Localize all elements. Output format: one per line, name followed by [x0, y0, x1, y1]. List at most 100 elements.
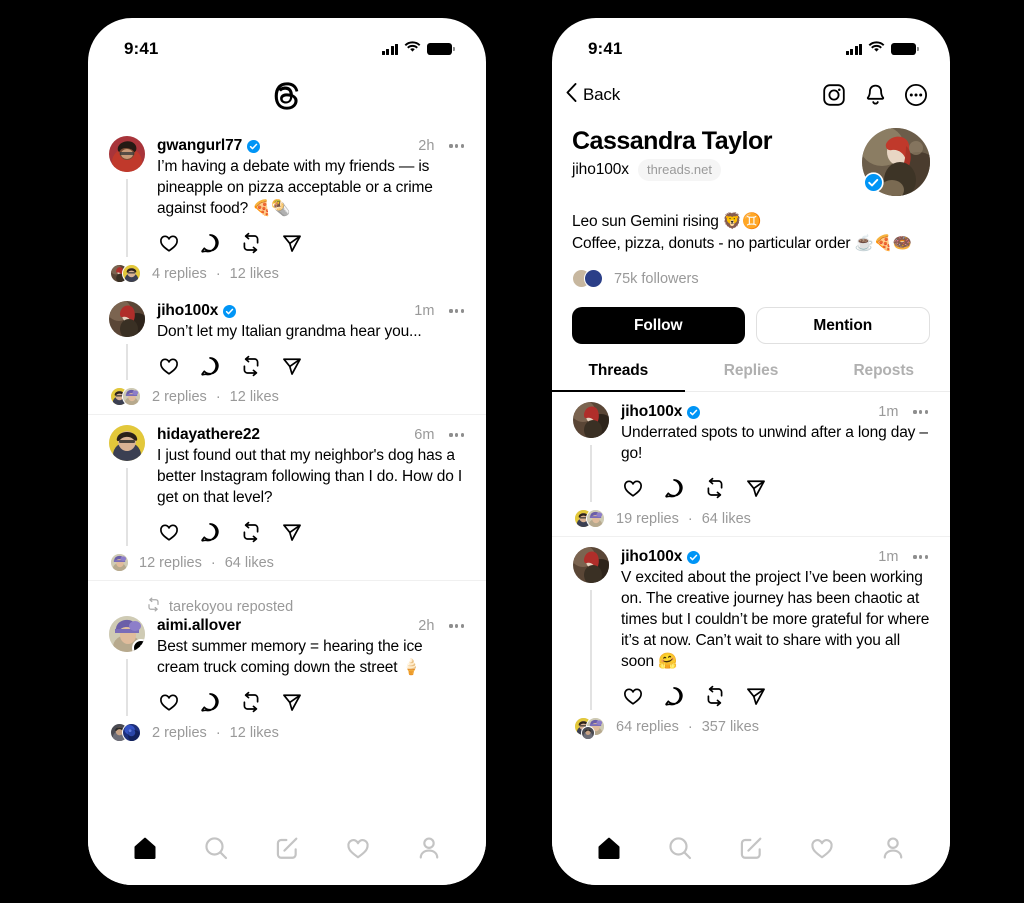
post-more-icon[interactable]	[439, 433, 466, 437]
bell-icon[interactable]	[861, 81, 889, 109]
bottom-tab-bar-right[interactable]	[552, 819, 950, 885]
avatar	[584, 269, 603, 288]
post-avatar-column	[572, 547, 610, 710]
tab-activity[interactable]	[335, 827, 381, 869]
avatar[interactable]	[573, 402, 609, 438]
avatar[interactable]	[109, 301, 145, 337]
tab-search[interactable]	[193, 827, 239, 869]
like-count: 357 likes	[701, 719, 759, 735]
post-meta-row[interactable]: 2 replies · 12 likes	[110, 722, 466, 744]
repost-icon[interactable]	[236, 229, 266, 257]
post-more-icon[interactable]	[439, 144, 466, 148]
feed-post[interactable]: hidayathere22 6m I just found out that my …	[88, 414, 486, 580]
tab-replies[interactable]: Replies	[685, 362, 818, 391]
share-icon[interactable]	[277, 688, 307, 716]
tab-activity[interactable]	[799, 827, 845, 869]
reply-count: 12 replies	[139, 555, 202, 571]
post-meta-row[interactable]: 19 replies · 64 likes	[574, 508, 930, 530]
meta-separator: ·	[210, 555, 216, 571]
post-more-icon[interactable]	[439, 309, 466, 313]
back-button[interactable]: Back	[566, 83, 620, 107]
post-meta-row[interactable]: 12 replies · 64 likes	[110, 552, 466, 574]
heart-icon[interactable]	[154, 688, 184, 716]
repost-icon[interactable]	[236, 518, 266, 546]
profile-tabs[interactable]: Threads Replies Reposts	[552, 362, 950, 392]
comment-icon[interactable]	[659, 474, 689, 502]
post-more-icon[interactable]	[439, 624, 466, 628]
phone-right-profile: 9:41 Back Cassandra Taylor jiho100x thre…	[552, 18, 950, 885]
comment-icon[interactable]	[195, 688, 225, 716]
feed-post[interactable]: jiho100x 1m Underrated spots to unwind aft…	[552, 392, 950, 536]
mention-button[interactable]: Mention	[755, 307, 930, 344]
heart-icon[interactable]	[154, 352, 184, 380]
tab-reposts[interactable]: Reposts	[817, 362, 950, 391]
tab-profile[interactable]	[406, 827, 452, 869]
bottom-tab-bar-left[interactable]	[88, 819, 486, 885]
share-icon[interactable]	[277, 518, 307, 546]
comment-icon[interactable]	[195, 229, 225, 257]
heart-icon[interactable]	[154, 518, 184, 546]
post-username[interactable]: aimi.allover	[157, 617, 241, 635]
profile-avatar-wrap[interactable]	[862, 126, 930, 196]
more-circle-icon[interactable]	[902, 81, 930, 109]
share-icon[interactable]	[741, 474, 771, 502]
post-username[interactable]: hidayathere22	[157, 426, 260, 444]
repost-icon[interactable]	[700, 682, 730, 710]
verified-badge-icon	[687, 405, 701, 419]
avatar[interactable]	[109, 136, 145, 172]
post-username[interactable]: jiho100x	[157, 302, 218, 320]
post-more-icon[interactable]	[903, 555, 930, 559]
tab-compose[interactable]	[264, 827, 310, 869]
feed-post[interactable]: gwangurl77 2h I’m having a debate with my …	[88, 126, 486, 291]
post-more-icon[interactable]	[903, 410, 930, 414]
post-text: I just found out that my neighbor's dog …	[157, 447, 462, 506]
post-avatar-column	[108, 301, 146, 380]
share-icon[interactable]	[741, 682, 771, 710]
avatar[interactable]: +	[109, 616, 145, 652]
feed-post[interactable]: jiho100x 1m V excited about the project I’…	[552, 536, 950, 744]
avatar	[586, 509, 605, 528]
heart-icon[interactable]	[154, 229, 184, 257]
post-username[interactable]: jiho100x	[621, 548, 682, 566]
post-username[interactable]: gwangurl77	[157, 137, 242, 155]
comment-icon[interactable]	[659, 682, 689, 710]
verified-badge-icon	[863, 172, 884, 193]
profile-posts-list[interactable]: jiho100x 1m Underrated spots to unwind aft…	[552, 392, 950, 819]
instagram-icon[interactable]	[820, 81, 848, 109]
reply-avatars	[110, 263, 144, 285]
repost-icon	[146, 597, 161, 616]
comment-icon[interactable]	[195, 352, 225, 380]
share-icon[interactable]	[277, 352, 307, 380]
avatar	[122, 387, 141, 406]
post-meta-text: 12 replies · 64 likes	[139, 555, 274, 571]
post-meta-row[interactable]: 64 replies · 357 likes	[574, 716, 930, 740]
post-username[interactable]: jiho100x	[621, 403, 682, 421]
repost-icon[interactable]	[700, 474, 730, 502]
post-meta-row[interactable]: 2 replies · 12 likes	[110, 386, 466, 408]
cellular-bars-icon	[381, 43, 398, 55]
tab-home[interactable]	[586, 827, 632, 869]
follow-button[interactable]: Follow	[572, 307, 745, 344]
follow-plus-badge-icon[interactable]: +	[132, 639, 145, 652]
home-feed-list[interactable]: gwangurl77 2h I’m having a debate with my …	[88, 126, 486, 819]
tab-search[interactable]	[657, 827, 703, 869]
tab-home[interactable]	[122, 827, 168, 869]
avatar[interactable]	[573, 547, 609, 583]
heart-icon[interactable]	[618, 682, 648, 710]
avatar[interactable]	[109, 425, 145, 461]
tab-profile[interactable]	[870, 827, 916, 869]
followers-row[interactable]: 75k followers	[572, 269, 930, 289]
profile-nav-bar: Back	[552, 70, 950, 120]
repost-icon[interactable]	[236, 352, 266, 380]
post-meta-row[interactable]: 4 replies · 12 likes	[110, 263, 466, 285]
comment-icon[interactable]	[195, 518, 225, 546]
profile-domain-chip[interactable]: threads.net	[637, 159, 721, 181]
repost-icon[interactable]	[236, 688, 266, 716]
feed-post[interactable]: tarekoyou reposted + aimi.allover 2h Best su…	[88, 580, 486, 750]
feed-post[interactable]: jiho100x 1m Don’t let my Italian grandma h…	[88, 291, 486, 414]
tab-compose[interactable]	[728, 827, 774, 869]
heart-icon[interactable]	[618, 474, 648, 502]
threads-logo-icon	[272, 79, 302, 118]
tab-threads[interactable]: Threads	[552, 362, 685, 392]
share-icon[interactable]	[277, 229, 307, 257]
